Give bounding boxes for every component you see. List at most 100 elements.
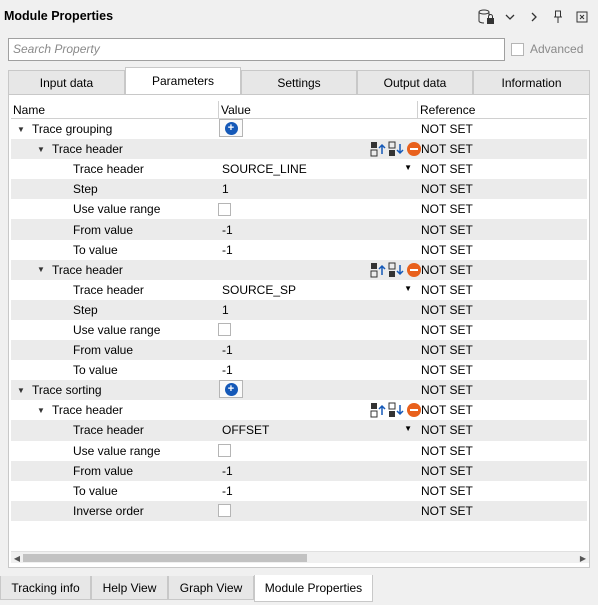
bottom-tab-tracking-info[interactable]: Tracking info: [0, 576, 91, 600]
value-cell[interactable]: [218, 501, 418, 521]
reference-cell[interactable]: NOT SET: [418, 280, 587, 300]
reference-cell[interactable]: NOT SET: [418, 481, 587, 501]
reference-cell[interactable]: NOT SET: [418, 340, 587, 360]
table-row[interactable]: To value -1 NOT SET: [11, 240, 587, 260]
move-up-icon[interactable]: [370, 402, 386, 418]
column-header-name[interactable]: Name: [11, 101, 219, 118]
advanced-checkbox[interactable]: [511, 42, 524, 56]
move-up-icon[interactable]: [370, 141, 386, 157]
reference-cell[interactable]: NOT SET: [418, 179, 587, 199]
value-cell[interactable]: -1: [219, 240, 418, 260]
reference-cell[interactable]: NOT SET: [418, 300, 587, 320]
tab-output-data[interactable]: Output data: [357, 70, 473, 94]
reference-cell[interactable]: NOT SET: [418, 501, 587, 521]
value-cell[interactable]: -1: [219, 360, 418, 380]
value-cell[interactable]: [218, 320, 418, 340]
table-row[interactable]: Use value range NOT SET: [11, 199, 587, 219]
table-row[interactable]: Use value range NOT SET: [11, 441, 587, 461]
table-row[interactable]: Trace header SOURCE_SP ▼ NOT SET: [11, 280, 587, 300]
tab-parameters[interactable]: Parameters: [125, 67, 241, 94]
bottom-tab-graph-view[interactable]: Graph View: [168, 576, 254, 600]
value-cell[interactable]: OFFSET ▼: [219, 420, 418, 440]
expand-caret-icon[interactable]: ▼: [17, 386, 27, 395]
value-cell[interactable]: [218, 441, 418, 461]
table-row[interactable]: From value -1 NOT SET: [11, 340, 587, 361]
table-row[interactable]: ▼ Trace grouping + NOT SET: [11, 119, 587, 139]
table-row[interactable]: ▼ Trace sorting + NOT SET: [11, 380, 587, 401]
reference-cell[interactable]: NOT SET: [418, 320, 587, 340]
advanced-toggle[interactable]: Advanced: [511, 42, 583, 56]
value-cell[interactable]: -1: [219, 481, 418, 501]
value-cell[interactable]: -1: [219, 340, 418, 360]
scroll-left-arrow-icon[interactable]: ◀: [11, 552, 23, 564]
move-down-icon[interactable]: [388, 262, 404, 278]
expand-caret-icon[interactable]: ▼: [37, 145, 47, 154]
value-cell[interactable]: +: [219, 380, 418, 400]
table-row[interactable]: To value -1 NOT SET: [11, 481, 587, 501]
reference-cell[interactable]: NOT SET: [418, 360, 587, 380]
reference-cell[interactable]: NOT SET: [418, 119, 587, 139]
tab-information[interactable]: Information: [473, 70, 590, 94]
expand-caret-icon[interactable]: ▼: [17, 125, 27, 134]
expand-caret-icon[interactable]: ▼: [37, 265, 47, 274]
reference-cell[interactable]: NOT SET: [418, 380, 587, 400]
column-header-reference[interactable]: Reference: [418, 101, 587, 118]
table-row[interactable]: To value -1 NOT SET: [11, 360, 587, 380]
table-row[interactable]: From value -1 NOT SET: [11, 460, 587, 481]
table-row[interactable]: ▼ Trace header NOT SET: [11, 139, 587, 160]
value-cell[interactable]: [219, 139, 421, 159]
tab-settings[interactable]: Settings: [241, 70, 357, 94]
value-checkbox[interactable]: [218, 323, 231, 337]
horizontal-scrollbar[interactable]: ◀ ▶: [11, 551, 589, 563]
table-row[interactable]: Trace header OFFSET ▼ NOT SET: [11, 420, 587, 441]
table-row[interactable]: Inverse order NOT SET: [11, 500, 587, 521]
dropdown-arrow-icon[interactable]: ▼: [404, 163, 412, 172]
add-button[interactable]: +: [219, 119, 243, 137]
table-row[interactable]: Step 1 NOT SET: [11, 179, 587, 200]
value-cell[interactable]: 1: [219, 300, 418, 320]
dropdown-arrow-icon[interactable]: ▼: [404, 424, 412, 433]
value-cell[interactable]: -1: [219, 461, 418, 481]
reference-cell[interactable]: NOT SET: [418, 199, 587, 219]
value-cell[interactable]: SOURCE_LINE ▼: [219, 159, 418, 179]
reference-cell[interactable]: NOT SET: [418, 441, 587, 461]
move-down-icon[interactable]: [388, 141, 404, 157]
value-cell[interactable]: [218, 199, 418, 219]
search-input[interactable]: Search Property: [8, 38, 505, 61]
move-up-icon[interactable]: [370, 262, 386, 278]
bottom-tab-help-view[interactable]: Help View: [91, 576, 168, 600]
table-row[interactable]: Use value range NOT SET: [11, 320, 587, 340]
reference-cell[interactable]: NOT SET: [418, 159, 587, 179]
close-icon[interactable]: [572, 8, 592, 26]
expand-caret-icon[interactable]: ▼: [37, 406, 47, 415]
value-cell[interactable]: +: [219, 119, 418, 139]
table-row[interactable]: ▼ Trace header NOT SET: [11, 400, 587, 420]
move-down-icon[interactable]: [388, 402, 404, 418]
scrollbar-thumb[interactable]: [23, 554, 307, 562]
scroll-right-arrow-icon[interactable]: ▶: [577, 552, 589, 564]
chevron-down-icon[interactable]: [500, 8, 520, 26]
add-button[interactable]: +: [219, 380, 243, 399]
value-checkbox[interactable]: [218, 444, 231, 458]
reference-cell[interactable]: NOT SET: [418, 260, 587, 280]
pin-icon[interactable]: [548, 8, 568, 26]
value-cell[interactable]: SOURCE_SP ▼: [219, 280, 418, 300]
value-cell[interactable]: -1: [219, 219, 418, 239]
tab-input-data[interactable]: Input data: [8, 70, 125, 94]
reference-cell[interactable]: NOT SET: [418, 240, 587, 260]
value-cell[interactable]: [219, 260, 421, 280]
reference-cell[interactable]: NOT SET: [418, 461, 587, 481]
column-header-value[interactable]: Value: [219, 101, 418, 118]
table-row[interactable]: ▼ Trace header NOT SET: [11, 259, 587, 280]
dropdown-arrow-icon[interactable]: ▼: [404, 284, 412, 293]
value-cell[interactable]: 1: [219, 179, 418, 199]
value-checkbox[interactable]: [218, 504, 231, 518]
chevron-right-icon[interactable]: [524, 8, 544, 26]
table-row[interactable]: From value -1 NOT SET: [11, 219, 587, 240]
reference-cell[interactable]: NOT SET: [418, 139, 587, 159]
bottom-tab-module-properties[interactable]: Module Properties: [254, 575, 373, 602]
value-cell[interactable]: [219, 400, 421, 420]
table-row[interactable]: Trace header SOURCE_LINE ▼ NOT SET: [11, 159, 587, 179]
reference-cell[interactable]: NOT SET: [418, 400, 587, 420]
reference-cell[interactable]: NOT SET: [418, 420, 587, 440]
